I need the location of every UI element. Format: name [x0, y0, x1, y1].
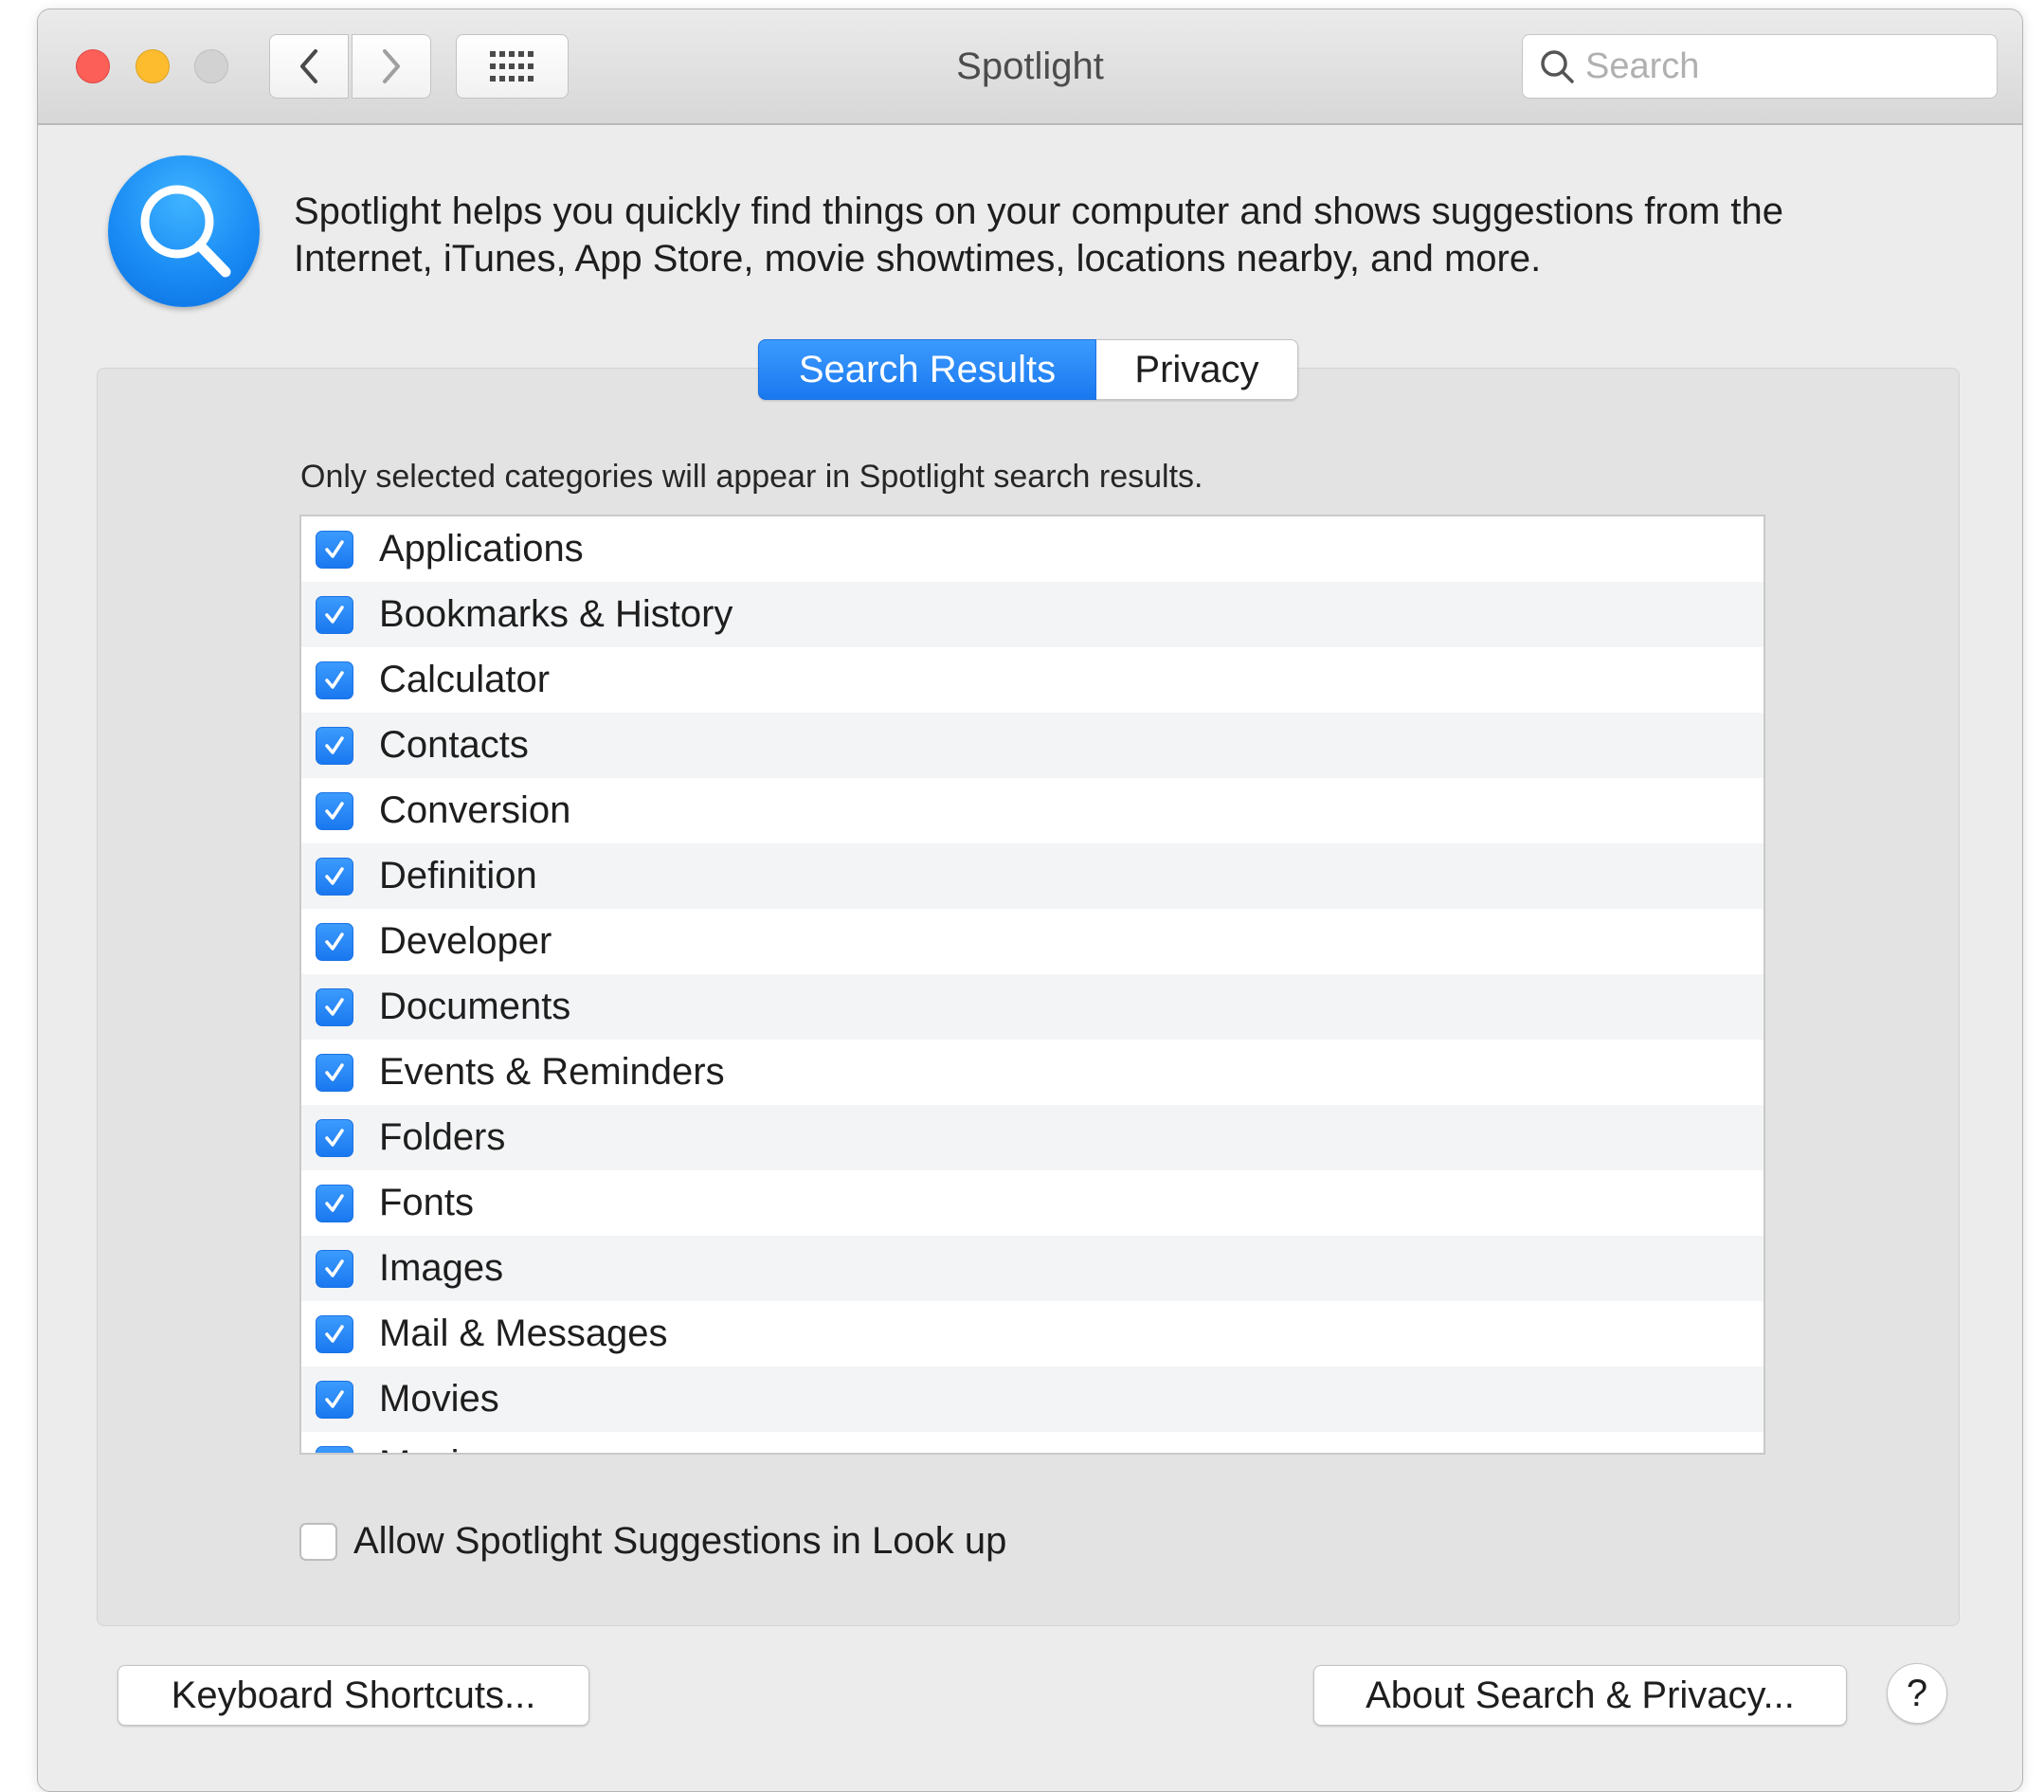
keyboard-shortcuts-button[interactable]: Keyboard Shortcuts... [118, 1665, 589, 1726]
category-label: Documents [379, 986, 571, 1027]
close-window-button[interactable] [76, 49, 110, 83]
magnifying-glass-icon [140, 185, 231, 278]
list-item: Contacts [301, 713, 1764, 778]
list-item: Bookmarks & History [301, 582, 1764, 647]
category-checkbox[interactable] [316, 1380, 353, 1419]
category-label: Developer [379, 920, 552, 962]
category-label: Mail & Messages [379, 1312, 668, 1354]
category-checkbox[interactable] [316, 1445, 353, 1456]
checkmark-icon [325, 735, 344, 754]
checkmark-icon [325, 1193, 344, 1212]
zoom-window-button [194, 49, 228, 83]
category-label: Contacts [379, 724, 529, 766]
checkmark-icon [325, 1062, 344, 1081]
category-label: Applications [379, 528, 584, 570]
checkmark-icon [325, 997, 344, 1016]
about-search-privacy-button[interactable]: About Search & Privacy... [1313, 1665, 1847, 1726]
category-checkbox[interactable] [316, 987, 353, 1026]
list-item: Folders [301, 1105, 1764, 1170]
category-label: Calculator [379, 659, 551, 700]
search-field[interactable] [1522, 34, 1998, 99]
list-item: Definition [301, 843, 1764, 909]
category-checkbox[interactable] [316, 791, 353, 830]
spotlight-suggestions-checkbox[interactable] [299, 1522, 337, 1561]
back-button[interactable] [269, 34, 349, 99]
list-item: Movies [301, 1367, 1764, 1432]
search-icon [1541, 50, 1574, 83]
category-label: Fonts [379, 1182, 475, 1223]
category-checkbox[interactable] [316, 857, 353, 896]
categories-list[interactable]: Applications Bookmarks & History Calcula… [299, 515, 1765, 1455]
checkmark-icon [322, 1453, 347, 1456]
search-input[interactable] [1585, 45, 1964, 87]
system-preferences-window: Spotlight Spotlight helps you quickly fi… [37, 9, 2023, 1792]
list-item: Developer [301, 909, 1764, 974]
checkmark-icon [325, 1389, 344, 1408]
list-item: Mail & Messages [301, 1301, 1764, 1367]
category-label: Movies [379, 1378, 499, 1420]
description-text: Spotlight helps you quickly find things … [294, 188, 2018, 282]
category-checkbox[interactable] [316, 922, 353, 961]
forward-button[interactable] [352, 34, 431, 99]
chevron-right-icon [383, 49, 400, 83]
category-checkbox[interactable] [316, 595, 353, 634]
checkmark-icon [325, 605, 344, 624]
list-item: Fonts [301, 1170, 1764, 1236]
categories-hint: Only selected categories will appear in … [300, 459, 1203, 495]
checkmark-icon [325, 932, 344, 950]
category-checkbox[interactable] [316, 1314, 353, 1353]
spotlight-suggestions-option[interactable]: Allow Spotlight Suggestions in Look up [299, 1520, 1006, 1563]
category-checkbox[interactable] [316, 1249, 353, 1288]
category-checkbox[interactable] [316, 1184, 353, 1222]
checkmark-icon [325, 1258, 344, 1277]
checkmark-icon [325, 1324, 344, 1343]
category-checkbox[interactable] [316, 1053, 353, 1092]
checkmark-icon [325, 1128, 344, 1147]
show-all-button[interactable] [456, 34, 569, 99]
title-bar: Spotlight [38, 9, 2022, 125]
description-line-2: Internet, iTunes, App Store, movie showt… [294, 238, 1542, 280]
list-item: Calculator [301, 647, 1764, 713]
category-label: Music [379, 1443, 478, 1453]
list-item: Conversion [301, 778, 1764, 843]
list-item: Images [301, 1236, 1764, 1301]
list-item: Applications [301, 516, 1764, 582]
description-line-1: Spotlight helps you quickly find things … [294, 190, 1783, 232]
minimize-window-button[interactable] [136, 49, 170, 83]
checkmark-icon [325, 801, 344, 820]
grid-icon [489, 51, 534, 81]
help-button[interactable]: ? [1887, 1663, 1947, 1724]
tab-search-results[interactable]: Search Results [758, 339, 1096, 400]
category-checkbox[interactable] [316, 661, 353, 699]
category-checkbox[interactable] [316, 530, 353, 569]
tab-privacy[interactable]: Privacy [1096, 339, 1298, 400]
category-checkbox[interactable] [316, 1118, 353, 1157]
category-label: Bookmarks & History [379, 593, 733, 635]
category-label: Events & Reminders [379, 1051, 725, 1093]
list-item: Music [301, 1432, 1764, 1456]
spotlight-suggestions-label: Allow Spotlight Suggestions in Look up [353, 1520, 1007, 1562]
chevron-left-icon [300, 49, 317, 83]
list-item: Documents [301, 974, 1764, 1040]
checkmark-icon [325, 866, 344, 885]
list-item: Events & Reminders [301, 1040, 1764, 1105]
category-label: Definition [379, 855, 537, 896]
checkmark-icon [325, 670, 344, 689]
tab-control: Search Results Privacy [758, 339, 1298, 400]
spotlight-app-icon [108, 155, 260, 307]
category-label: Conversion [379, 789, 571, 831]
category-label: Folders [379, 1116, 506, 1158]
checkmark-icon [325, 539, 344, 558]
category-checkbox[interactable] [316, 726, 353, 765]
category-label: Images [379, 1247, 504, 1289]
